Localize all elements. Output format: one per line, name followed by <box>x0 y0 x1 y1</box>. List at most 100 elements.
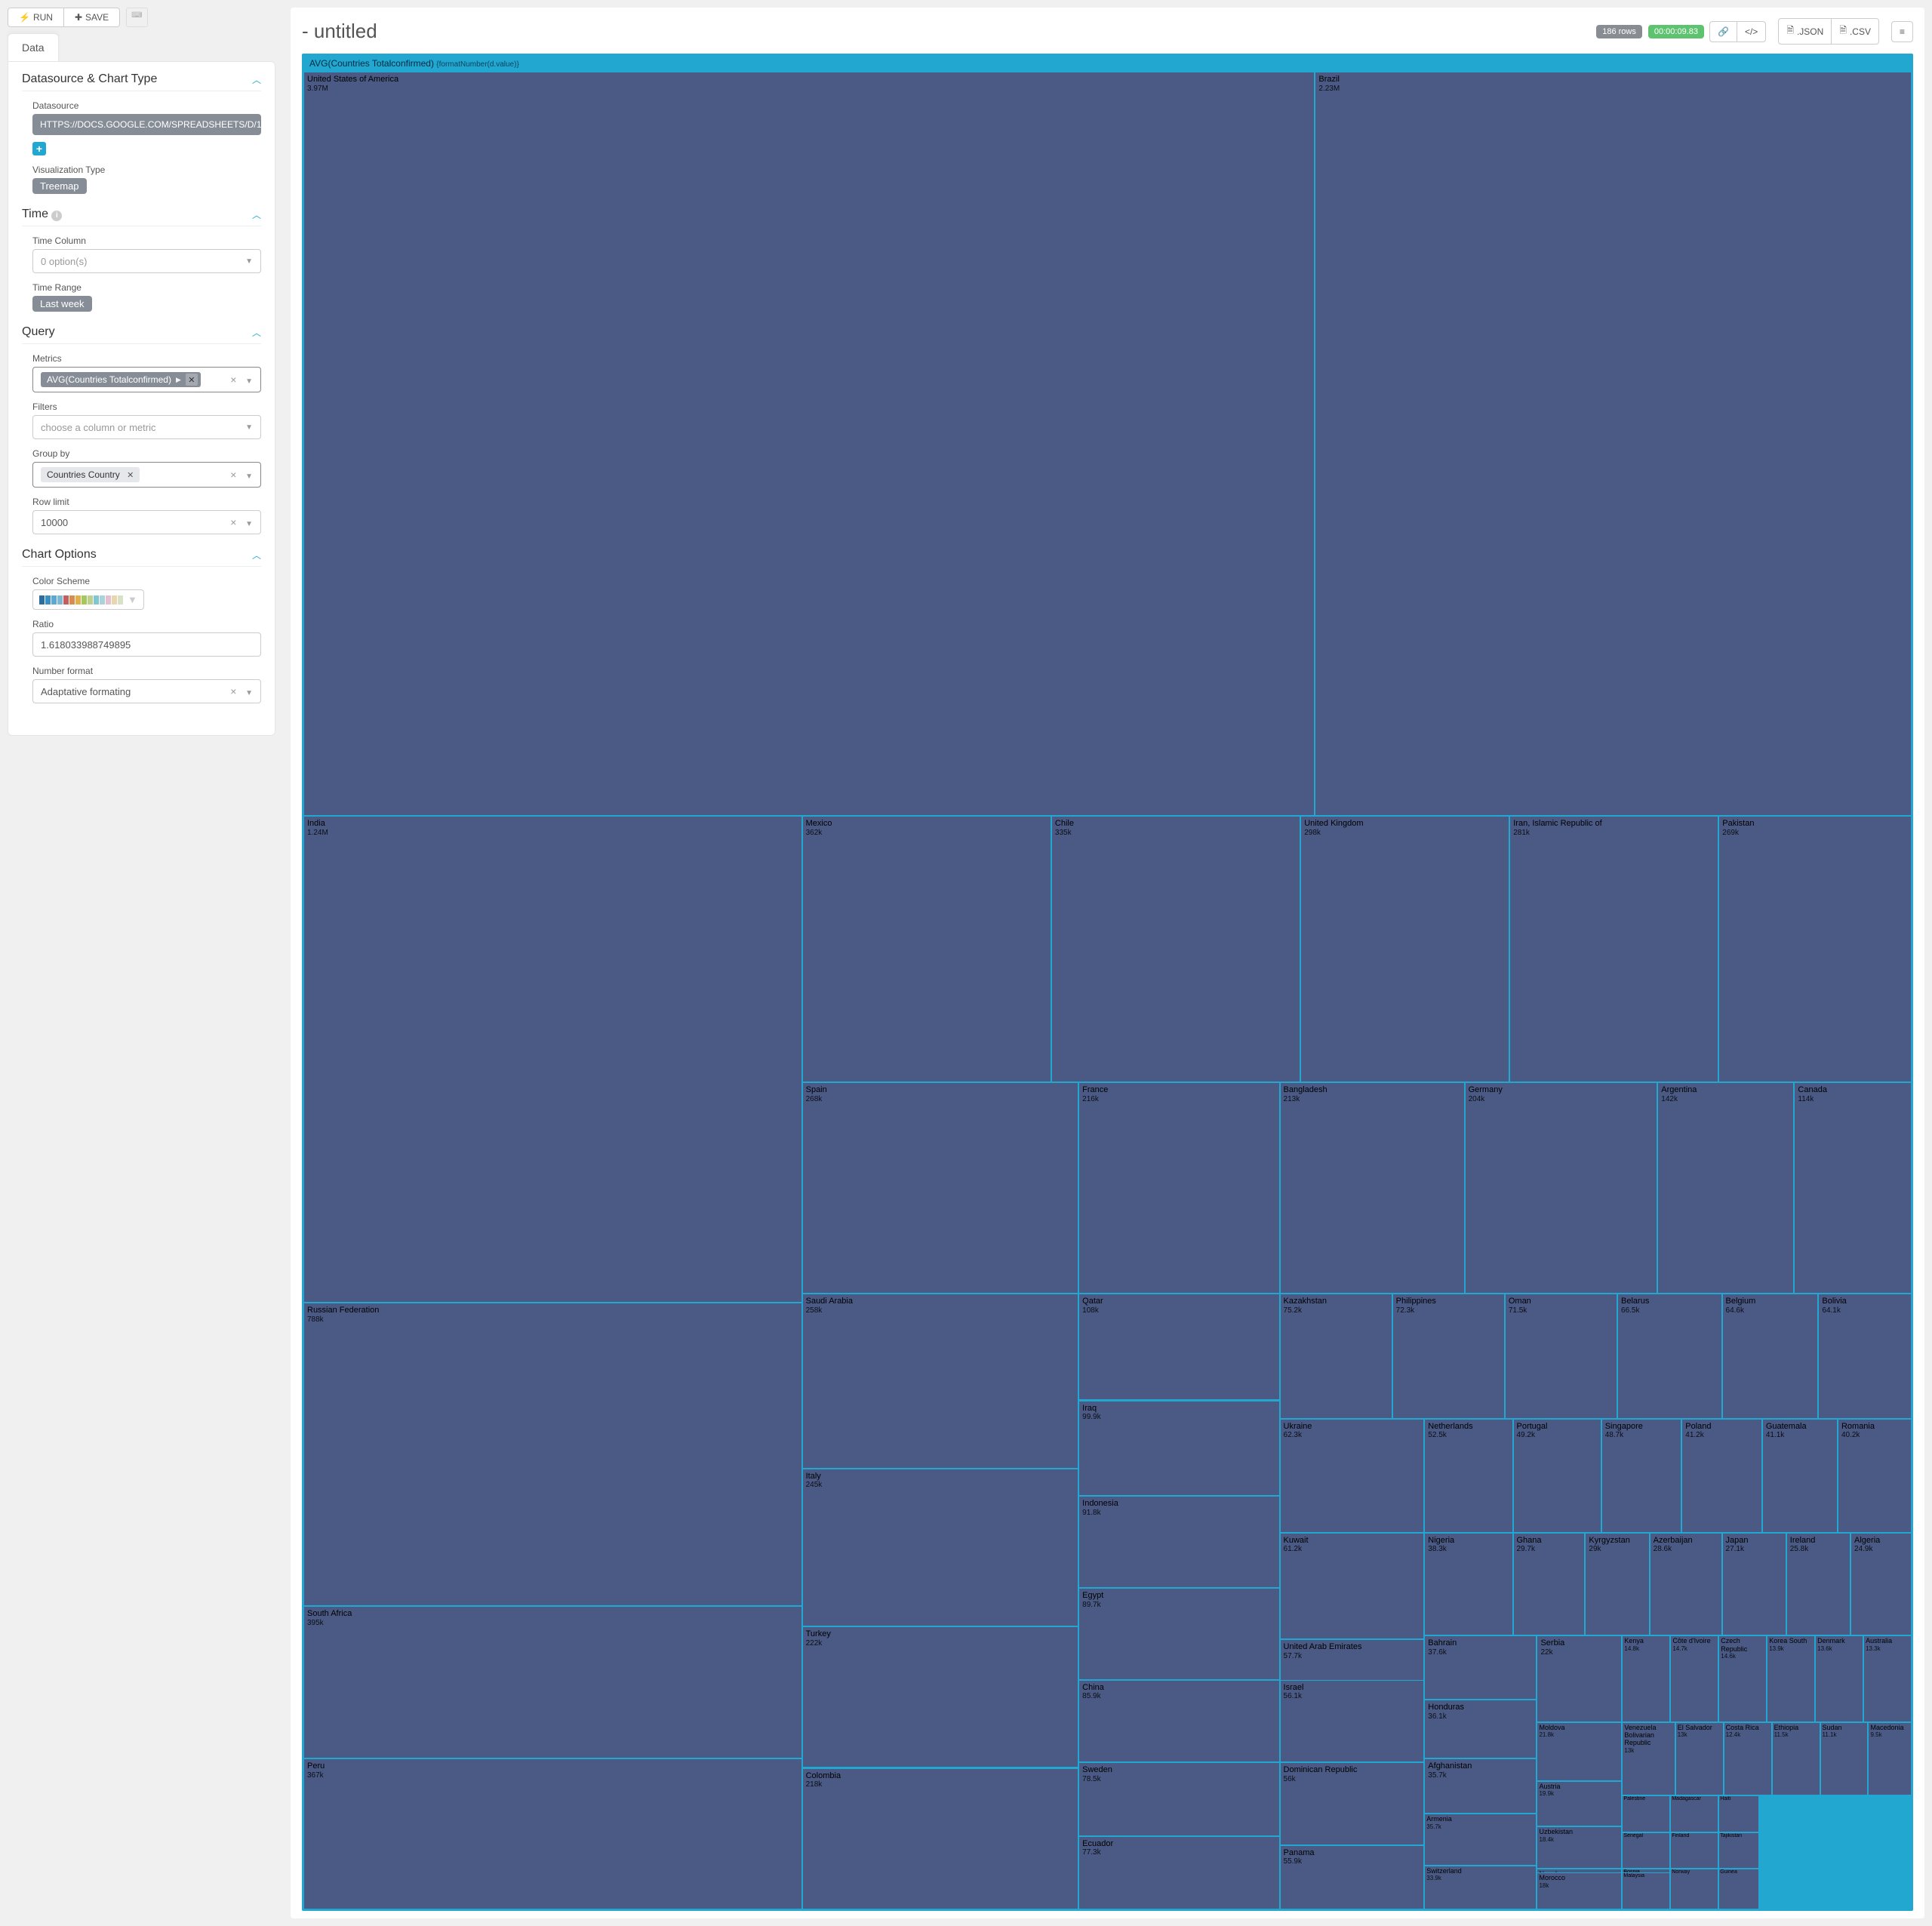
treemap-cell[interactable]: India1.24M <box>303 816 802 1303</box>
treemap-cell[interactable]: United States of America3.97M <box>303 72 1315 816</box>
treemap-cell[interactable]: Australia13.3k <box>1863 1635 1912 1721</box>
treemap-cell[interactable]: Malaysia <box>1622 1872 1670 1909</box>
treemap-cell[interactable]: United Kingdom298k <box>1300 816 1509 1082</box>
groupby-select[interactable]: Countries Country ✕ × ▼ <box>32 462 261 488</box>
treemap-body[interactable]: United States of America3.97MBrazil2.23M… <box>303 72 1912 1909</box>
treemap-cell[interactable]: Finland <box>1670 1832 1718 1869</box>
treemap-cell[interactable]: Sweden78.5k <box>1078 1762 1279 1835</box>
save-button[interactable]: ✚ SAVE <box>64 8 120 27</box>
treemap-cell[interactable]: Bolivia64.1k <box>1818 1294 1912 1419</box>
treemap-cell[interactable]: Uzbekistan18.4k <box>1537 1826 1622 1869</box>
treemap-cell[interactable]: Ireland25.8k <box>1786 1533 1850 1635</box>
treemap-cell[interactable]: Denmark13.6k <box>1815 1635 1863 1721</box>
treemap-cell[interactable]: Poland41.2k <box>1681 1419 1762 1533</box>
treemap-cell[interactable]: Israel56.1k <box>1280 1680 1425 1763</box>
treemap-cell[interactable]: Norway <box>1670 1869 1718 1909</box>
treemap-cell[interactable]: China85.9k <box>1078 1680 1279 1763</box>
filters-select[interactable]: choose a column or metric ▼ <box>32 415 261 439</box>
treemap-cell[interactable]: Kazakhstan75.2k <box>1280 1294 1392 1419</box>
treemap-cell[interactable]: El Salvador13k <box>1675 1722 1724 1795</box>
treemap-cell[interactable]: South Africa395k <box>303 1606 802 1758</box>
treemap-cell[interactable]: France216k <box>1078 1082 1279 1294</box>
datasource-value[interactable]: HTTPS://DOCS.GOOGLE.COM/SPREADSHEETS/D/1… <box>32 114 261 135</box>
time-column-select[interactable]: 0 option(s) ▼ <box>32 249 261 273</box>
run-button[interactable]: ⚡ RUN <box>8 8 64 27</box>
treemap-cell[interactable]: Canada114k <box>1794 1082 1912 1294</box>
treemap-cell[interactable]: Argentina142k <box>1657 1082 1794 1294</box>
clear-icon[interactable]: × <box>230 469 236 481</box>
treemap-cell[interactable]: Azerbaijan28.6k <box>1650 1533 1722 1635</box>
metrics-select[interactable]: AVG(Countries Totalconfirmed) ▶ ✕ × ▼ <box>32 367 261 392</box>
treemap-cell[interactable]: Belgium64.6k <box>1722 1294 1819 1419</box>
rowlimit-select[interactable]: 10000 × ▼ <box>32 510 261 534</box>
add-datasource-button[interactable]: + <box>32 142 46 155</box>
treemap-cell[interactable]: Tajikistan <box>1718 1832 1758 1869</box>
section-chartopts-header[interactable]: Chart Options ︿ <box>22 548 261 567</box>
treemap-cell[interactable]: Philippines72.3k <box>1392 1294 1505 1419</box>
treemap-cell[interactable]: Afghanistan35.7k <box>1424 1758 1537 1814</box>
treemap-cell[interactable]: Russian Federation788k <box>303 1303 802 1606</box>
treemap-cell[interactable]: Peru367k <box>303 1758 802 1909</box>
treemap-cell[interactable]: Switzerland33.9k <box>1424 1866 1537 1909</box>
treemap-cell[interactable]: Senegal <box>1622 1832 1670 1869</box>
tab-data[interactable]: Data <box>8 33 59 61</box>
treemap-cell[interactable]: Portugal49.2k <box>1513 1419 1601 1533</box>
treemap-cell[interactable]: Dominican Republic56k <box>1280 1762 1425 1845</box>
ratio-input[interactable] <box>32 632 261 657</box>
link-button[interactable]: 🔗 <box>1709 21 1737 42</box>
treemap-cell[interactable]: Guatemala41.1k <box>1762 1419 1838 1533</box>
treemap-cell[interactable]: Haiti <box>1718 1795 1758 1832</box>
treemap-cell[interactable]: Turkey222k <box>802 1626 1079 1768</box>
treemap-cell[interactable]: Kuwait61.2k <box>1280 1533 1425 1639</box>
treemap-cell[interactable]: Costa Rica12.4k <box>1724 1722 1772 1795</box>
section-datasource-header[interactable]: Datasource & Chart Type ︿ <box>22 72 261 91</box>
treemap-cell[interactable]: Belarus66.5k <box>1617 1294 1722 1419</box>
treemap-cell[interactable]: Nigeria38.3k <box>1424 1533 1512 1635</box>
treemap-cell[interactable]: Mexico362k <box>802 816 1051 1082</box>
treemap-cell[interactable]: Japan27.1k <box>1722 1533 1786 1635</box>
export-csv-button[interactable]: 🗎.CSV <box>1831 18 1879 45</box>
treemap-cell[interactable]: Kyrgyzstan29k <box>1585 1533 1649 1635</box>
clear-icon[interactable]: × <box>230 516 236 528</box>
keyboard-icon[interactable]: ⌨ <box>126 8 147 27</box>
treemap-cell[interactable]: Spain268k <box>802 1082 1079 1294</box>
treemap-cell[interactable]: Armenia35.7k <box>1424 1814 1537 1865</box>
treemap-cell[interactable]: Macedonia9.5k <box>1868 1722 1912 1795</box>
treemap-cell[interactable]: Palestine <box>1622 1795 1670 1832</box>
treemap-cell[interactable]: Saudi Arabia258k <box>802 1294 1079 1468</box>
treemap-cell[interactable]: Czech Republic14.6k <box>1718 1635 1767 1721</box>
treemap-cell[interactable]: Colombia218k <box>802 1768 1079 1909</box>
treemap-cell[interactable]: Romania40.2k <box>1838 1419 1912 1533</box>
treemap-cell[interactable]: Iraq99.9k <box>1078 1401 1279 1497</box>
treemap-cell[interactable]: Sudan11.1k <box>1820 1722 1869 1795</box>
treemap-cell[interactable]: Kenya14.8k <box>1622 1635 1670 1721</box>
time-range-value[interactable]: Last week <box>32 296 92 312</box>
treemap-cell[interactable]: Serbia22k <box>1537 1635 1622 1721</box>
treemap-cell[interactable]: Venezuela Bolivarian Republic13k <box>1622 1722 1675 1795</box>
viz-type-value[interactable]: Treemap <box>32 178 87 194</box>
treemap-cell[interactable]: Germany204k <box>1465 1082 1658 1294</box>
ratio-input-field[interactable] <box>41 639 253 651</box>
treemap-cell[interactable]: Austria19.9k <box>1537 1781 1622 1827</box>
embed-button[interactable]: </> <box>1737 21 1766 42</box>
treemap-cell[interactable]: Iran, Islamic Republic of281k <box>1509 816 1718 1082</box>
treemap-cell[interactable]: Brazil2.23M <box>1315 72 1912 816</box>
treemap-cell[interactable]: Italy245k <box>802 1469 1079 1626</box>
clear-icon[interactable]: × <box>230 685 236 697</box>
treemap-cell[interactable]: Madagascar <box>1670 1795 1718 1832</box>
treemap-cell[interactable]: Morocco18k <box>1537 1872 1622 1909</box>
treemap-cell[interactable]: Netherlands52.5k <box>1424 1419 1512 1533</box>
treemap-cell[interactable]: Qatar108k <box>1078 1294 1279 1400</box>
treemap-cell[interactable]: Moldova21.8k <box>1537 1722 1622 1781</box>
treemap-cell[interactable]: Bangladesh213k <box>1280 1082 1465 1294</box>
tag-remove-icon[interactable]: ✕ <box>125 469 137 481</box>
menu-button[interactable]: ≡ <box>1891 21 1913 42</box>
treemap-cell[interactable]: Ecuador77.3k <box>1078 1836 1279 1909</box>
treemap-cell[interactable]: Ghana29.7k <box>1513 1533 1586 1635</box>
tag-remove-icon[interactable]: ✕ <box>186 374 198 386</box>
treemap-cell[interactable]: Guinea <box>1718 1869 1758 1909</box>
color-scheme-select[interactable]: ▼ <box>32 589 144 610</box>
clear-icon[interactable]: × <box>230 374 236 386</box>
metric-tag[interactable]: AVG(Countries Totalconfirmed) ▶ ✕ <box>41 372 201 387</box>
numfmt-select[interactable]: Adaptative formating × ▼ <box>32 679 261 703</box>
